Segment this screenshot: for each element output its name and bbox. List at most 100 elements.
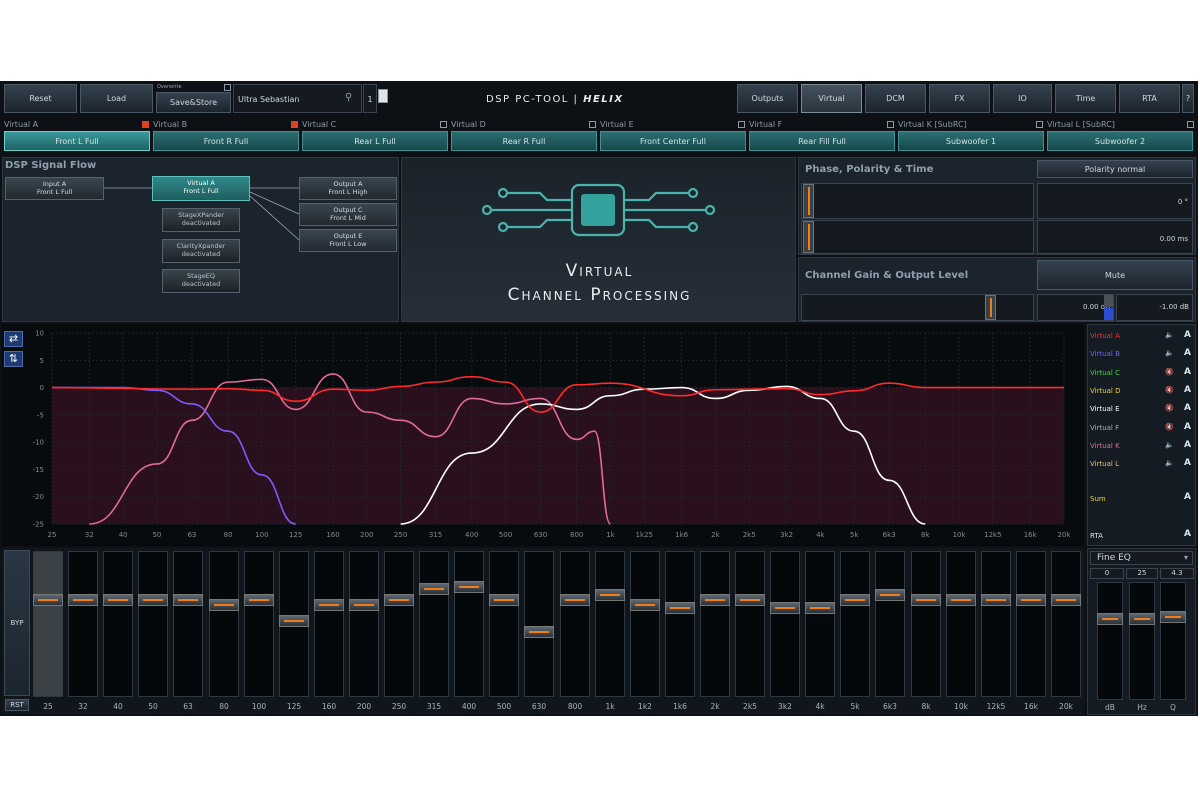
slider-knob[interactable] — [419, 583, 449, 595]
channel-link-checkbox[interactable] — [738, 121, 745, 128]
slider-knob[interactable] — [911, 594, 941, 606]
effect-node[interactable]: ClarityXpander deactivated — [162, 239, 240, 263]
speaker-icon[interactable]: 🔈 — [1165, 349, 1174, 357]
eq-band-slider[interactable] — [209, 551, 239, 697]
eq-band-slider[interactable] — [524, 551, 554, 697]
eq-band-slider[interactable] — [384, 551, 414, 697]
eq-band-slider[interactable] — [68, 551, 98, 697]
channel-link-checkbox[interactable] — [291, 121, 298, 128]
eq-band-slider[interactable] — [665, 551, 695, 697]
speaker-icon[interactable]: 🔇 — [1165, 423, 1174, 431]
legend-sum-toggle[interactable]: A — [1184, 492, 1191, 502]
eq-band-slider[interactable] — [981, 551, 1011, 697]
slider-knob[interactable] — [384, 594, 414, 606]
speaker-icon[interactable]: 🔈 — [1165, 331, 1174, 339]
legend-auto-toggle[interactable]: A — [1184, 367, 1191, 377]
legend-auto-toggle[interactable]: A — [1184, 385, 1191, 395]
channel-link-checkbox[interactable] — [1036, 121, 1043, 128]
phase-slider-handle[interactable] — [803, 184, 814, 218]
eq-band-slider[interactable] — [173, 551, 203, 697]
channel-button[interactable]: Rear Fill Full — [749, 131, 895, 151]
legend-auto-toggle[interactable]: A — [1184, 458, 1191, 468]
channel-button[interactable]: Subwoofer 1 — [898, 131, 1044, 151]
eq-band-slider[interactable] — [1016, 551, 1046, 697]
fine-eq-db-slider[interactable] — [1097, 582, 1123, 700]
eq-band-slider[interactable] — [349, 551, 379, 697]
overwrite-checkbox[interactable] — [224, 84, 231, 91]
gain-mode-icon[interactable] — [1104, 295, 1113, 307]
eq-band-slider[interactable] — [595, 551, 625, 697]
bypass-button[interactable]: BYP — [4, 550, 30, 696]
time-slider-handle[interactable] — [803, 221, 814, 253]
speaker-icon[interactable]: 🔇 — [1165, 386, 1174, 394]
slider-knob[interactable] — [735, 594, 765, 606]
eq-band-slider[interactable] — [805, 551, 835, 697]
channel-button[interactable]: Rear L Full — [302, 131, 448, 151]
tab-dcm[interactable]: DCM — [865, 84, 926, 113]
eq-band-slider[interactable] — [454, 551, 484, 697]
slider-knob[interactable] — [524, 626, 554, 638]
speaker-icon[interactable]: 🔈 — [1165, 441, 1174, 449]
load-button[interactable]: Load — [80, 84, 153, 113]
slider-knob[interactable] — [630, 599, 660, 611]
channel-button[interactable]: Front L Full — [4, 131, 150, 151]
tab-rta[interactable]: RTA — [1119, 84, 1180, 113]
save-store-button[interactable]: Save&Store — [156, 92, 231, 113]
slider-knob[interactable] — [1160, 611, 1186, 623]
eq-band-slider[interactable] — [244, 551, 274, 697]
eq-band-slider[interactable] — [700, 551, 730, 697]
channel-link-checkbox[interactable] — [589, 121, 596, 128]
eq-band-slider[interactable] — [314, 551, 344, 697]
output-level-value[interactable]: -1.00 dB — [1116, 294, 1193, 321]
eq-band-slider[interactable] — [840, 551, 870, 697]
help-button[interactable]: ? — [1182, 84, 1194, 113]
gain-slider-handle[interactable] — [985, 295, 996, 320]
slider-knob[interactable] — [840, 594, 870, 606]
slider-knob[interactable] — [1051, 594, 1081, 606]
slider-knob[interactable] — [33, 594, 63, 606]
fine-eq-select[interactable]: Fine EQ ▾ — [1090, 551, 1193, 565]
slider-knob[interactable] — [314, 599, 344, 611]
phase-value[interactable]: 0 ° — [1037, 183, 1193, 219]
fine-eq-q-value[interactable]: 4.3 — [1160, 568, 1194, 579]
legend-auto-toggle[interactable]: A — [1184, 403, 1191, 413]
slider-knob[interactable] — [981, 594, 1011, 606]
input-node[interactable]: Input A Front L Full — [5, 177, 104, 200]
slider-knob[interactable] — [1129, 613, 1155, 625]
slider-knob[interactable] — [595, 589, 625, 601]
channel-button[interactable]: Front R Full — [153, 131, 299, 151]
eq-band-slider[interactable] — [911, 551, 941, 697]
reset-button[interactable]: Reset — [4, 84, 77, 113]
time-slider[interactable] — [801, 220, 1034, 254]
slider-knob[interactable] — [138, 594, 168, 606]
output-node[interactable]: Output A Front L High — [299, 177, 397, 200]
legend-auto-toggle[interactable]: A — [1184, 348, 1191, 358]
preset-number-field[interactable]: 1 — [363, 84, 377, 113]
effect-node[interactable]: StageEQ deactivated — [162, 269, 240, 293]
gain-value[interactable]: 0.00 dB — [1037, 294, 1114, 321]
fine-eq-hz-slider[interactable] — [1129, 582, 1155, 700]
phase-slider[interactable] — [801, 183, 1034, 219]
channel-button[interactable]: Subwoofer 2 — [1047, 131, 1193, 151]
tab-virtual[interactable]: Virtual — [801, 84, 862, 113]
output-node[interactable]: Output E Front L Low — [299, 229, 397, 252]
slider-knob[interactable] — [875, 589, 905, 601]
eq-band-slider[interactable] — [103, 551, 133, 697]
fine-eq-hz-value[interactable]: 25 — [1126, 568, 1158, 579]
slider-knob[interactable] — [209, 599, 239, 611]
slider-knob[interactable] — [68, 594, 98, 606]
slider-knob[interactable] — [349, 599, 379, 611]
channel-link-checkbox[interactable] — [1187, 121, 1194, 128]
reset-eq-button[interactable]: RST — [5, 699, 29, 711]
eq-band-slider[interactable] — [138, 551, 168, 697]
tab-time[interactable]: Time — [1055, 84, 1116, 113]
channel-button[interactable]: Rear R Full — [451, 131, 597, 151]
eq-band-slider[interactable] — [630, 551, 660, 697]
eq-band-slider[interactable] — [489, 551, 519, 697]
slider-knob[interactable] — [244, 594, 274, 606]
tab-outputs[interactable]: Outputs — [737, 84, 798, 113]
slider-knob[interactable] — [454, 581, 484, 593]
slider-knob[interactable] — [946, 594, 976, 606]
speaker-icon[interactable]: 🔇 — [1165, 368, 1174, 376]
tab-fx[interactable]: FX — [929, 84, 990, 113]
